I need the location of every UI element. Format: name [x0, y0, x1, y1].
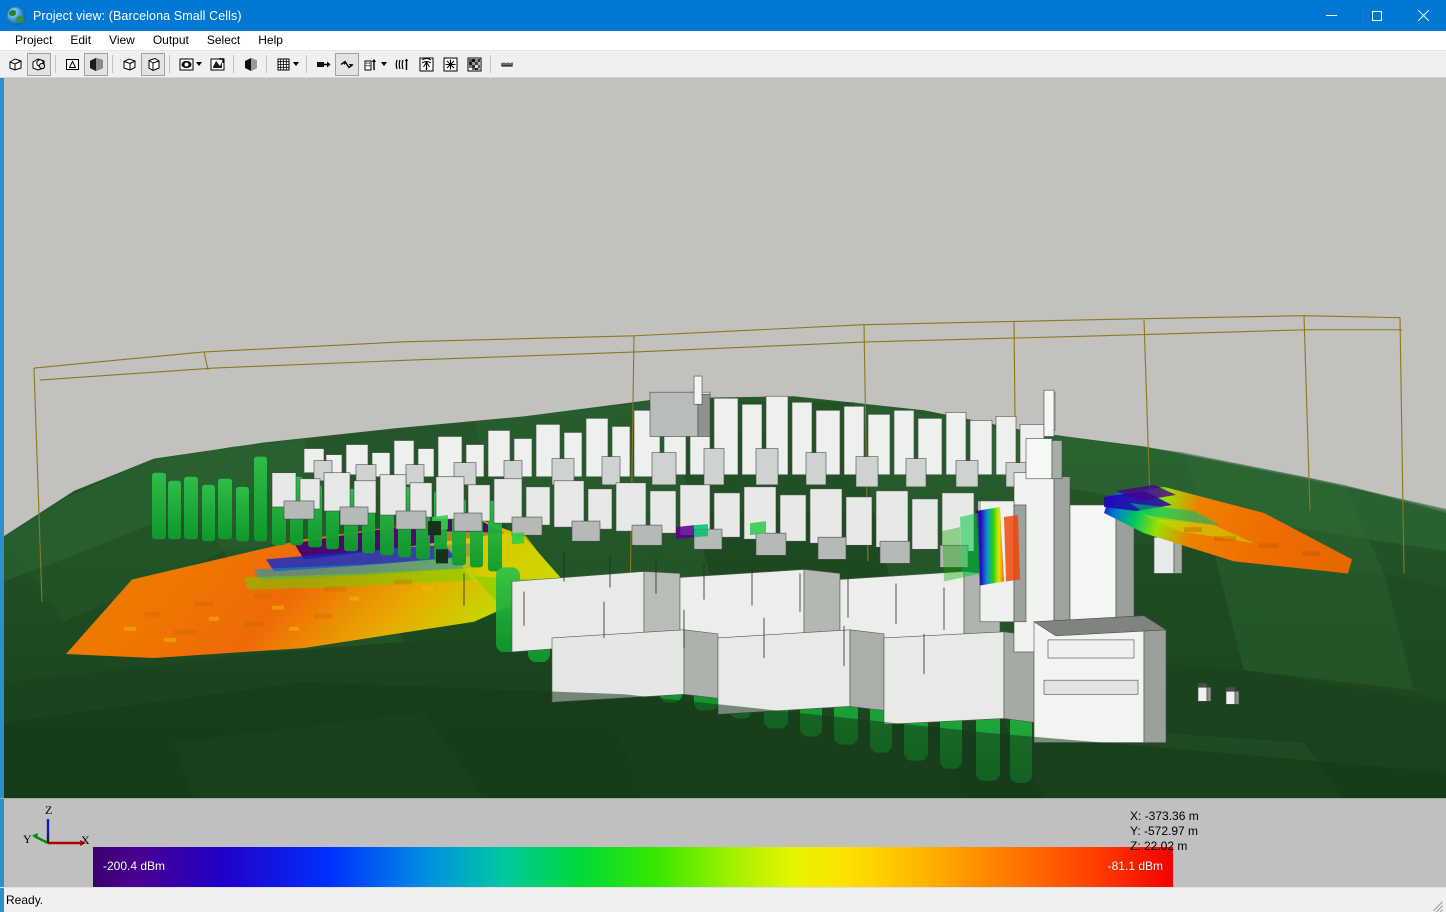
close-button[interactable]	[1400, 0, 1446, 31]
coordinate-z: Z: 22.02 m	[1130, 839, 1188, 853]
solid-shaded-view-icon[interactable]	[84, 52, 108, 76]
pixel-map-icon[interactable]	[462, 53, 486, 76]
grid-icon[interactable]	[271, 53, 302, 76]
toolbar-separator	[233, 55, 234, 73]
perspective-box-icon[interactable]	[141, 52, 165, 76]
camera-eye-icon[interactable]	[174, 53, 205, 76]
project-3d-view[interactable]	[4, 78, 1446, 798]
axis-label-x: X	[81, 833, 90, 847]
box-view-icon[interactable]	[117, 53, 141, 76]
cursor-coordinates: X: -373.36 m Y: -572.97 m Z: 22.02 m	[1130, 809, 1250, 854]
statusbar-left-rail	[0, 888, 4, 912]
axis-orientation-widget: Z X Y	[14, 803, 104, 857]
toolbar-separator	[490, 55, 491, 73]
axis-label-y: Y	[23, 832, 32, 846]
maximize-button[interactable]	[1354, 0, 1400, 31]
menu-item-output[interactable]: Output	[144, 31, 198, 50]
application-window: Project view: (Barcelona Small Cells) Pr…	[0, 0, 1446, 912]
axis-label-z: Z	[45, 803, 53, 817]
antenna-pattern-icon[interactable]	[414, 53, 438, 76]
menu-bar: Project Edit View Output Select Help	[0, 31, 1446, 51]
menu-item-edit[interactable]: Edit	[61, 31, 100, 50]
window-title: Project view: (Barcelona Small Cells)	[33, 8, 242, 23]
menu-item-view[interactable]: View	[100, 31, 144, 50]
arrow-to-target-icon[interactable]	[311, 53, 335, 76]
chevron-down-icon	[195, 62, 202, 66]
toolbar-separator	[266, 55, 267, 73]
close-icon	[1417, 10, 1429, 22]
globe-icon	[7, 6, 25, 25]
signal-strength-legend[interactable]: -200.4 dBm -81.1 dBm	[93, 847, 1173, 887]
new-object-icon[interactable]	[3, 53, 27, 76]
maximize-icon	[1372, 10, 1382, 21]
menu-item-select[interactable]: Select	[198, 31, 249, 50]
legend-min-label: -200.4 dBm	[103, 859, 166, 873]
measurement-route-icon[interactable]	[495, 53, 519, 76]
chevron-down-icon	[380, 62, 387, 66]
viewport-container	[0, 78, 1446, 798]
coordinate-x: X: -373.36 m	[1130, 809, 1199, 823]
resize-grip-icon[interactable]	[1429, 896, 1443, 912]
open-objects-icon[interactable]	[27, 52, 51, 76]
toolbar-separator	[169, 55, 170, 73]
window-controls	[1308, 0, 1446, 31]
transmitter-star-icon[interactable]	[438, 53, 462, 76]
wireframe-view-icon[interactable]	[60, 53, 84, 76]
bottom-panel: Z X Y -200.4 dBm -81.1 dBm X: -373.36 m …	[0, 798, 1446, 887]
minimize-button[interactable]	[1308, 0, 1354, 31]
main-toolbar	[0, 51, 1446, 78]
toolbar-separator	[55, 55, 56, 73]
bottom-left-rail	[0, 799, 4, 887]
shaded-cube-icon[interactable]	[238, 53, 262, 76]
minimize-icon	[1325, 15, 1337, 16]
menu-item-help[interactable]: Help	[249, 31, 292, 50]
title-bar[interactable]: Project view: (Barcelona Small Cells)	[0, 0, 1446, 31]
scene-render	[4, 78, 1446, 798]
building-antenna-icon[interactable]	[359, 53, 390, 76]
status-message: Ready.	[6, 893, 44, 907]
toolbar-separator	[306, 55, 307, 73]
chevron-down-icon	[292, 62, 299, 66]
toolbar-separator	[112, 55, 113, 73]
ray-paths-icon[interactable]	[335, 52, 359, 76]
menu-item-project[interactable]: Project	[6, 31, 61, 50]
coordinate-y: Y: -572.97 m	[1130, 824, 1199, 838]
status-bar: Ready.	[0, 887, 1446, 912]
rotate-view-icon[interactable]	[205, 53, 229, 76]
signal-waves-icon[interactable]	[390, 53, 414, 76]
legend-max-label: -81.1 dBm	[1107, 859, 1163, 873]
